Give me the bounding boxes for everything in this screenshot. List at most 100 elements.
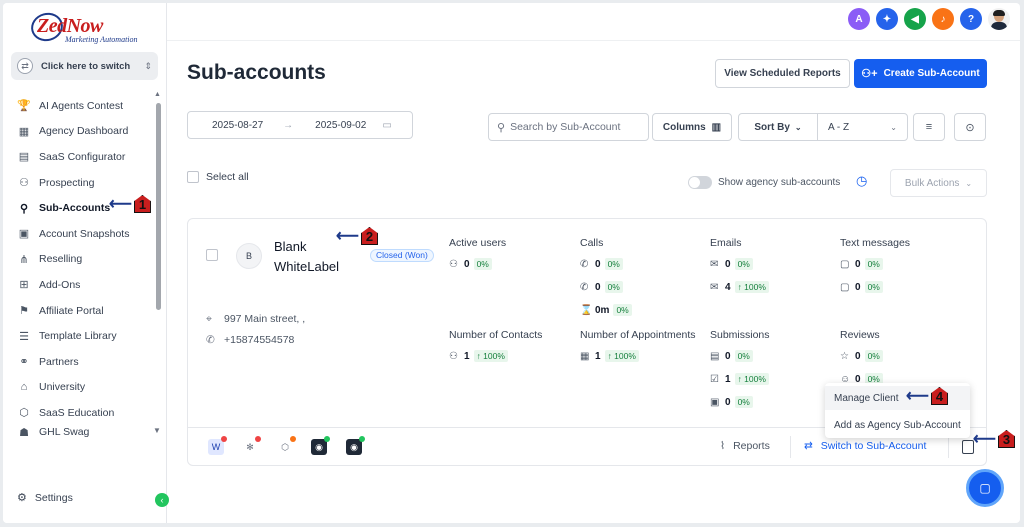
date-end: 2025-09-02 (315, 119, 367, 131)
sidebar-item-label: GHL Swag (39, 425, 90, 438)
settings-label: Settings (34, 491, 73, 504)
megaphone-icon[interactable]: ◀ (904, 8, 926, 30)
sidebar-item-label: Affiliate Portal (39, 304, 104, 317)
select-all-checkbox[interactable] (187, 171, 199, 183)
sidebar-item-label: Partners (39, 355, 79, 368)
metric-title: Number of Appointments (580, 329, 696, 341)
date-range-picker[interactable]: 2025-08-27 → 2025-09-02 ▭ (187, 111, 413, 139)
sidebar-item-account-snapshots[interactable]: ▣ Account Snapshots (3, 221, 153, 247)
status-dot (359, 436, 365, 442)
metric-row: ▢ 0 0% (840, 256, 910, 272)
sidebar-item-template-library[interactable]: ☰ Template Library (3, 323, 153, 349)
sidebar-scrollbar[interactable] (156, 103, 161, 310)
sidebar-item-label: AI Agents Contest (39, 99, 124, 112)
metric-title: Reviews (840, 329, 880, 341)
wordpress-icon[interactable]: W (208, 436, 227, 455)
sidebar-item-label: Account Snapshots (39, 227, 130, 240)
history-icon[interactable]: ◷ (856, 173, 867, 189)
gear-icon: ⚙ (17, 492, 27, 504)
icon-glyph: ✦ (882, 13, 892, 25)
metric-row: ⚇ 0 0% (449, 256, 506, 272)
dashboard-icon: ▦ (18, 125, 30, 138)
metric-change: 0% (864, 350, 883, 362)
bulk-actions-button[interactable]: Bulk Actions ⌄ (890, 169, 987, 197)
sidebar-item-ghl-swag[interactable]: ☗ GHL Swag (3, 426, 153, 438)
date-start: 2025-08-27 (212, 119, 264, 131)
collapse-sidebar-button[interactable]: ‹ (155, 493, 169, 507)
add-user-icon: ⚇+ (861, 68, 878, 80)
metric-row: ▦ 1 ↑ 100% (580, 348, 696, 364)
sidebar-item-label: Template Library (39, 330, 117, 343)
filter-button[interactable]: ≡ (913, 113, 945, 141)
metric-value: 1 (725, 373, 731, 385)
sidebar-item-university[interactable]: ⌂ University (3, 375, 153, 401)
account-checkbox[interactable] (206, 249, 218, 261)
topbar: A ✦ ◀ ♪ ? (167, 3, 1020, 41)
sidebar-item-prospecting[interactable]: ⚇ Prospecting (3, 170, 153, 196)
reports-link[interactable]: ⌇ Reports (720, 440, 770, 452)
form-icon: ▤ (710, 350, 720, 362)
metric-contacts: Number of Contacts ⚇ 1 ↑ 100% (449, 329, 542, 371)
menu-item-add-agency-sub-account[interactable]: Add as Agency Sub-Account (825, 413, 970, 437)
help-icon[interactable]: ? (960, 8, 982, 30)
columns-button[interactable]: Columns ▥ (652, 113, 732, 141)
sidebar-item-ai-agents-contest[interactable]: 🏆 AI Agents Contest (3, 93, 153, 119)
calendar-icon: ▭ (382, 119, 392, 131)
metric-row: ✆ 0 0% (580, 256, 632, 272)
chat-widget-button[interactable]: ▢ (966, 469, 1004, 507)
select-all-label: Select all (206, 171, 249, 183)
toggle-knob (689, 177, 700, 188)
search-input[interactable] (510, 121, 636, 133)
metric-value: 0 (725, 350, 731, 362)
status-dot (221, 436, 227, 442)
sort-by-button[interactable]: Sort By ⌄ (739, 114, 818, 140)
mobile-app-icon[interactable]: ◉ (346, 436, 365, 455)
scroll-up-icon[interactable]: ▲ (154, 91, 161, 98)
bell-icon[interactable]: ♪ (932, 8, 954, 30)
brand-logo[interactable]: ZedNow Marketing Automation (27, 9, 151, 45)
topbar-icons: A ✦ ◀ ♪ ? (848, 8, 1010, 30)
app-icon[interactable]: ◉ (311, 436, 330, 455)
switch-icon: ⇄ (17, 58, 33, 74)
metric-value: 0 (595, 281, 601, 293)
phone-incoming-icon: ✆ (580, 258, 589, 270)
menu-item-manage-client[interactable]: Manage Client (825, 386, 970, 410)
sort-control: Sort By ⌄ A - Z ⌄ (738, 113, 908, 141)
scroll-down-icon[interactable]: ▼ (153, 426, 161, 435)
sidebar-item-partners[interactable]: ⚭ Partners (3, 349, 153, 375)
message-icon: ▢ (840, 258, 850, 270)
create-sub-account-button[interactable]: ⚇+ Create Sub-Account (854, 59, 987, 88)
integration-icon[interactable]: ✻ (242, 436, 261, 455)
switch-label: Switch to Sub-Account (820, 440, 927, 452)
annotation-1: ⟵ 1 (109, 194, 151, 214)
switch-to-sub-account-link[interactable]: ⇄ Switch to Sub-Account (804, 440, 926, 452)
sidebar-item-affiliate-portal[interactable]: ⚑ Affiliate Portal (3, 298, 153, 324)
translate-icon[interactable]: A (848, 8, 870, 30)
sidebar-item-reselling[interactable]: ⋔ Reselling (3, 247, 153, 273)
sidebar-item-add-ons[interactable]: ⊞ Add-Ons (3, 272, 153, 298)
metric-value: 0 (725, 258, 731, 270)
message-reply-icon: ▢ (840, 281, 850, 293)
sidebar-item-agency-dashboard[interactable]: ▦ Agency Dashboard (3, 119, 153, 145)
account-switcher[interactable]: ⇄ Click here to switch ⇕ (11, 52, 158, 80)
app-window: ZedNow Marketing Automation ⇄ Click here… (3, 3, 1020, 523)
agency-subaccounts-toggle[interactable] (688, 176, 712, 189)
hexagon-icon[interactable]: ⬡ (277, 436, 296, 455)
rocket-icon[interactable]: ✦ (876, 8, 898, 30)
annotation-4: ⟵ 4 (906, 386, 948, 406)
star-icon: ☆ (840, 350, 849, 362)
sidebar-item-saas-education[interactable]: ⬡ SaaS Education (3, 400, 153, 426)
metric-row: ⚇ 1 ↑ 100% (449, 348, 542, 364)
chevron-down-icon: ⌄ (890, 122, 897, 132)
metric-title: Text messages (840, 237, 911, 249)
sidebar-item-saas-configurator[interactable]: ▤ SaaS Configurator (3, 144, 153, 170)
view-scheduled-reports-button[interactable]: View Scheduled Reports (715, 59, 850, 88)
select-all[interactable]: Select all (187, 171, 249, 183)
download-button[interactable]: ⊙ (954, 113, 986, 141)
metric-text-messages: Text messages ▢ 0 0% ▢ 0 0% (840, 237, 910, 302)
metric-change: 0% (613, 304, 632, 316)
sort-order-select[interactable]: A - Z ⌄ (818, 122, 907, 133)
metric-change: 0% (604, 258, 623, 270)
sidebar-item-settings[interactable]: ⚙ Settings (17, 491, 73, 505)
user-avatar[interactable] (988, 8, 1010, 30)
